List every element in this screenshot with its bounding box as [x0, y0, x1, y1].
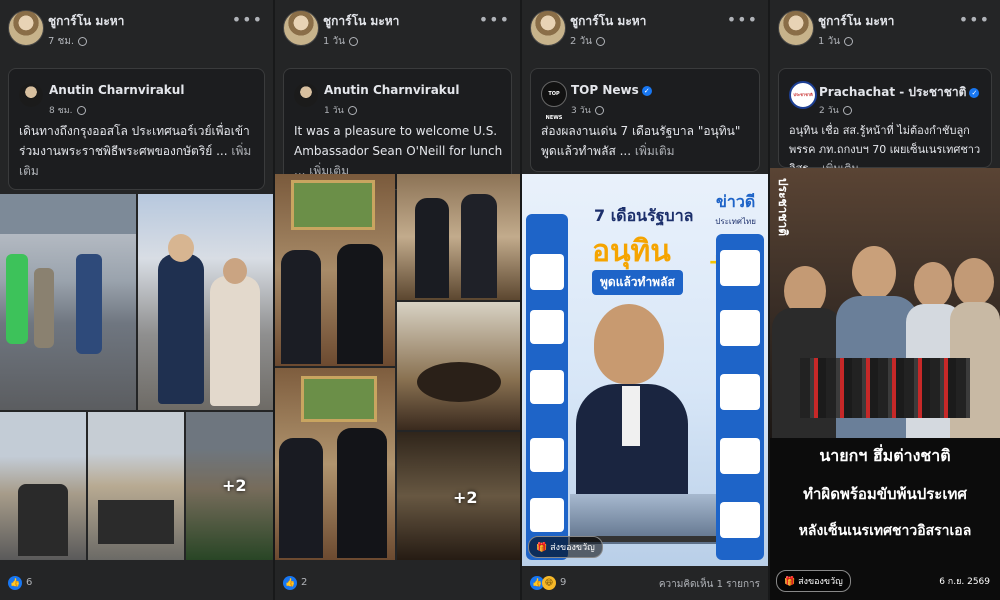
shared-post-text: เดินทางถึงกรุงออสโล ประเทศนอร์เวย์เพื่อเ…	[19, 124, 252, 178]
top-news-logo[interactable]: TOP NEWS	[541, 81, 567, 121]
photo-date: 6 ก.ย. 2569	[939, 577, 990, 587]
poster-name[interactable]: ชูการ์โน มะหา	[570, 12, 646, 31]
post-time[interactable]: 2 วัน	[570, 34, 605, 49]
prachachat-logo[interactable]: ประชาชาติ	[789, 81, 817, 109]
photo-logo: ประชาชาติ	[776, 178, 790, 237]
avatar[interactable]	[8, 10, 44, 46]
avatar[interactable]	[530, 10, 566, 46]
avatar[interactable]	[778, 10, 814, 46]
post-header: ชูการ์โน มะหา 2 วัน •••	[522, 0, 768, 60]
avatar[interactable]	[19, 83, 43, 107]
shared-post-time[interactable]: 3 วัน	[571, 103, 604, 117]
post-header: ชูการ์โน มะหา 1 วัน •••	[770, 0, 1000, 60]
post-photo[interactable]: +2	[397, 432, 520, 560]
post-header: ชูการ์โน มะหา 1 วัน •••	[275, 0, 520, 60]
more-options-icon[interactable]: •••	[232, 10, 263, 29]
graphic-brand: ข่าวดี ประเทศไทย	[715, 192, 756, 226]
verified-badge-icon: ✓	[969, 87, 980, 98]
reaction-count[interactable]: 9	[560, 577, 566, 588]
post-photo[interactable]	[397, 302, 520, 430]
globe-icon	[347, 106, 357, 115]
shared-post-time[interactable]: 2 วัน	[819, 103, 852, 117]
like-icon[interactable]: 👍	[283, 576, 297, 590]
post-4: ชูการ์โน มะหา 1 วัน ••• ประชาชาติ Pracha…	[770, 0, 1000, 600]
shared-post-time[interactable]: 8 ชม.	[49, 103, 86, 117]
shared-author-name[interactable]: TOP News ✓	[571, 83, 652, 97]
post-photo[interactable]	[88, 412, 184, 560]
post-footer: 👍 6	[0, 564, 273, 600]
post-photo[interactable]: +2	[186, 412, 273, 560]
post-photo[interactable]	[0, 412, 86, 560]
shared-author-name[interactable]: Anutin Charnvirakul	[324, 83, 459, 97]
shared-post-card[interactable]: TOP NEWS TOP News ✓ 3 วัน ส่องผลงานเด่น 7…	[530, 68, 760, 172]
globe-icon	[596, 36, 605, 46]
post-photo[interactable]	[397, 174, 520, 300]
globe-icon	[349, 36, 358, 46]
post-2: ชูการ์โน มะหา 1 วัน ••• Anutin Charnvira…	[275, 0, 520, 600]
more-options-icon[interactable]: •••	[479, 10, 510, 29]
post-photo[interactable]	[275, 368, 395, 560]
verified-badge-icon: ✓	[641, 85, 652, 96]
haha-icon[interactable]: 😆	[542, 576, 556, 590]
avatar[interactable]	[283, 10, 319, 46]
globe-icon	[594, 106, 604, 115]
poster-name[interactable]: ชูการ์โน มะหา	[323, 12, 399, 31]
shared-post-card[interactable]: ประชาชาติ Prachachat - ประชาชาติ ✓ 2 วัน …	[778, 68, 992, 175]
poster-name[interactable]: ชูการ์โน มะหา	[48, 12, 124, 31]
shared-post-text: ส่องผลงานเด่น 7 เดือนรัฐบาล "อนุทิน" พูด…	[541, 124, 741, 158]
post-footer: 👍 2	[275, 564, 520, 600]
post-time[interactable]: 1 วัน	[323, 34, 358, 49]
shared-post-text: It was a pleasure to welcome U.S. Ambass…	[294, 124, 503, 178]
graphic-headline: 7 เดือนรัฐบาล	[594, 206, 694, 225]
globe-icon	[844, 36, 853, 46]
gift-icon: 🎁	[536, 543, 548, 553]
photo-headline-3: หลังเซ็นเนรเทศชาวอิสราเอล	[798, 523, 972, 539]
reaction-count[interactable]: 6	[26, 577, 32, 588]
globe-icon	[76, 106, 86, 115]
graphic-name: อนุทิน	[592, 234, 671, 269]
post-time[interactable]: 1 วัน	[818, 34, 853, 49]
post-time[interactable]: 7 ชม.	[48, 34, 88, 49]
comment-count[interactable]: ความคิดเห็น 1 รายการ	[659, 577, 760, 592]
post-photo[interactable]	[0, 194, 136, 410]
globe-icon	[78, 36, 88, 46]
poster-name[interactable]: ชูการ์โน มะหา	[818, 12, 894, 31]
see-more-link[interactable]: เพิ่มเติม	[635, 144, 675, 158]
post-photo[interactable]	[138, 194, 273, 410]
more-photos-count[interactable]: +2	[453, 488, 478, 507]
shared-author-name[interactable]: Anutin Charnvirakul	[49, 83, 184, 97]
shared-post-card[interactable]: Anutin Charnvirakul 8 ชม. เดินทางถึงกรุง…	[8, 68, 265, 190]
photo-headline-1: นายกฯ ฮึ่มต่างชาติ	[819, 446, 951, 465]
post-1: ชูการ์โน มะหา 7 ชม. ••• Anutin Charnvira…	[0, 0, 273, 600]
photo-headline-2: ทำผิดพร้อมขับพ้นประเทศ	[803, 485, 967, 503]
send-gift-button[interactable]: 🎁 ส่งของขวัญ	[776, 570, 851, 592]
globe-icon	[842, 106, 852, 115]
avatar[interactable]	[294, 83, 318, 107]
infographic[interactable]: 7 เดือนรัฐบาล ข่าวดี ประเทศไทย อนุทิน + …	[522, 174, 768, 566]
post-photo[interactable]	[275, 174, 395, 366]
shared-post-time[interactable]: 1 วัน	[324, 103, 357, 117]
post-photo[interactable]: ประชาชาติ นายกฯ ฮึ่มต่างชาติ ทำผิดพร้อมข…	[770, 168, 1000, 600]
more-options-icon[interactable]: •••	[959, 10, 990, 29]
send-gift-button[interactable]: 🎁 ส่งของขวัญ	[528, 536, 603, 558]
reaction-count[interactable]: 2	[301, 577, 307, 588]
shared-author-name[interactable]: Prachachat - ประชาชาติ ✓	[819, 83, 980, 102]
gift-icon: 🎁	[784, 577, 796, 587]
shared-post-card[interactable]: Anutin Charnvirakul 1 วัน It was a pleas…	[283, 68, 512, 190]
post-3: ชูการ์โน มะหา 2 วัน ••• TOP NEWS TOP New…	[522, 0, 768, 600]
more-photos-count[interactable]: +2	[222, 476, 247, 495]
like-icon[interactable]: 👍	[8, 576, 22, 590]
graphic-tagline: พูดแล้วทำพลัส	[592, 270, 683, 295]
post-footer: 👍 😆 9 ความคิดเห็น 1 รายการ	[522, 564, 768, 600]
post-header: ชูการ์โน มะหา 7 ชม. •••	[0, 0, 273, 60]
more-options-icon[interactable]: •••	[727, 10, 758, 29]
